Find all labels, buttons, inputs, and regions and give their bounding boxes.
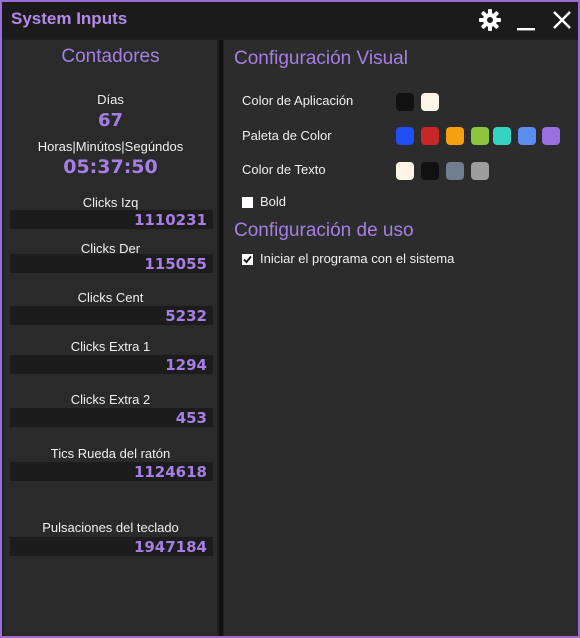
counter-bar-right-clicks: 115055 — [10, 254, 213, 273]
counter-bar-extra1-clicks: 1294 — [10, 355, 213, 374]
close-icon — [553, 11, 571, 29]
bold-checkbox[interactable] — [242, 197, 253, 208]
counter-value-wheel-ticks: 1124618 — [133, 463, 207, 481]
settings-button[interactable] — [476, 6, 504, 34]
text-color-label: Color de Texto — [242, 162, 326, 177]
palette-swatch-blue[interactable] — [396, 127, 414, 145]
days-value: 67 — [97, 110, 124, 131]
startup-checkbox[interactable] — [242, 254, 253, 265]
title-bar[interactable]: System Inputs — [2, 2, 578, 38]
text-color-swatch-cream[interactable] — [396, 162, 414, 180]
text-color-swatch-gray[interactable] — [471, 162, 489, 180]
minimize-icon — [517, 28, 535, 31]
usage-config-heading: Configuración de uso — [234, 220, 414, 241]
checkmark-icon — [243, 255, 252, 264]
panel-divider — [219, 40, 223, 636]
app-color-label: Color de Aplicación — [242, 93, 354, 108]
counter-bar-middle-clicks: 5232 — [10, 306, 213, 325]
counter-bar-wheel-ticks: 1124618 — [10, 462, 213, 481]
time-value: 05:37:50 — [63, 156, 158, 178]
close-button[interactable] — [548, 6, 576, 34]
gear-icon — [479, 9, 501, 31]
counter-label-middle-clicks: Clicks Cent — [77, 290, 144, 305]
window-title: System Inputs — [11, 9, 128, 28]
visual-config-heading: Configuración Visual — [234, 48, 408, 69]
counter-value-extra2-clicks: 453 — [175, 409, 207, 427]
text-color-swatch-slate[interactable] — [446, 162, 464, 180]
palette-swatch-teal[interactable] — [493, 127, 511, 145]
counters-heading: Contadores — [61, 46, 160, 67]
counter-value-extra1-clicks: 1294 — [165, 356, 207, 374]
bold-label: Bold — [260, 194, 287, 209]
counter-bar-keypresses: 1947184 — [10, 537, 213, 556]
settings-panel: Configuración Visual Color de Aplicación… — [224, 40, 578, 636]
palette-label: Paleta de Color — [242, 128, 332, 143]
palette-swatch-purple[interactable] — [542, 127, 560, 145]
counter-bar-extra2-clicks: 453 — [10, 408, 213, 427]
counter-value-right-clicks: 115055 — [144, 255, 207, 273]
bold-checkbox-row[interactable]: Bold — [242, 194, 286, 209]
palette-swatch-orange[interactable] — [446, 127, 464, 145]
counters-panel: Contadores Días 67 Horas|Minútos|Segúndo… — [4, 40, 217, 636]
app-color-swatch-black[interactable] — [396, 93, 414, 111]
counter-label-keypresses: Pulsaciones del teclado — [42, 520, 179, 535]
app-window: System Inputs Contadores Días 67 Horas|M… — [0, 0, 580, 638]
palette-swatch-red[interactable] — [421, 127, 439, 145]
counter-label-wheel-ticks: Tics Rueda del ratón — [50, 446, 171, 461]
counter-bar-left-clicks: 1110231 — [10, 210, 213, 229]
palette-swatch-lightblue[interactable] — [518, 127, 536, 145]
days-label: Días — [97, 92, 124, 107]
text-color-swatch-black[interactable] — [421, 162, 439, 180]
minimize-button[interactable] — [512, 6, 540, 34]
app-color-swatch-cream[interactable] — [421, 93, 439, 111]
counter-value-left-clicks: 1110231 — [133, 211, 207, 229]
time-label: Horas|Minútos|Segúndos — [37, 139, 184, 154]
palette-swatch-green[interactable] — [471, 127, 489, 145]
startup-checkbox-row[interactable]: Iniciar el programa con el sistema — [242, 251, 454, 266]
counter-label-left-clicks: Clicks Izq — [82, 195, 139, 210]
counter-value-keypresses: 1947184 — [133, 538, 207, 556]
counter-label-extra2-clicks: Clicks Extra 2 — [70, 392, 151, 407]
counter-value-middle-clicks: 5232 — [165, 307, 207, 325]
counter-label-extra1-clicks: Clicks Extra 1 — [70, 339, 151, 354]
startup-label: Iniciar el programa con el sistema — [260, 251, 455, 266]
